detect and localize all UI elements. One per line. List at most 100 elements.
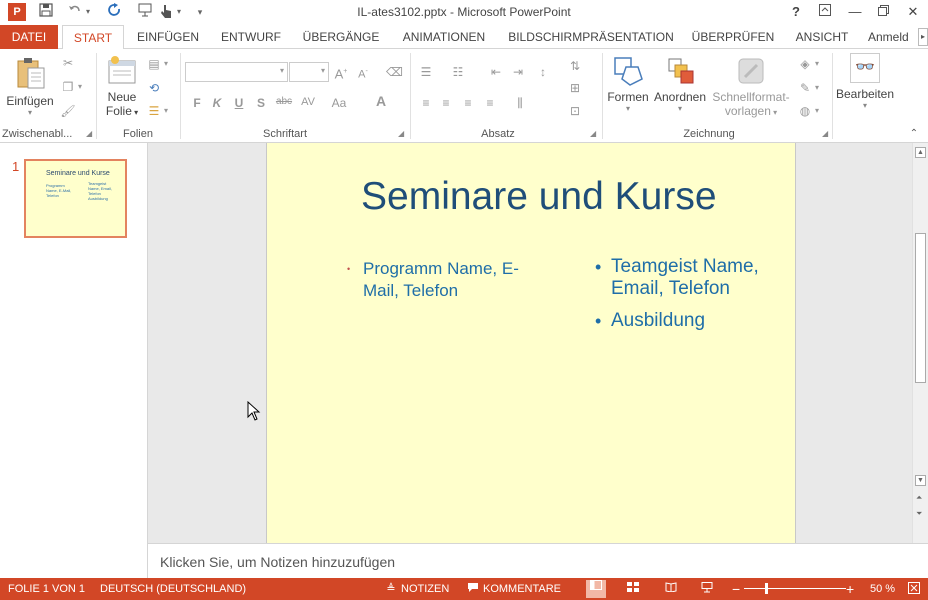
change-case-button[interactable]: Aa — [328, 96, 350, 110]
tab-file[interactable]: DATEI — [0, 25, 58, 49]
right-content-placeholder[interactable]: • Teamgeist Name, Email, Telefon • Ausbi… — [593, 256, 773, 342]
slide-sorter-view-icon[interactable] — [626, 582, 640, 596]
shape-effects-dropdown-icon[interactable]: ▾ — [813, 104, 821, 118]
paragraph-dialog-launcher-icon[interactable]: ◢ — [590, 130, 598, 138]
language-status[interactable]: DEUTSCH (DEUTSCHLAND) — [100, 578, 246, 600]
tab-insert[interactable]: EINFÜGEN — [133, 25, 203, 49]
align-text-icon[interactable]: ⊞ — [567, 81, 583, 95]
font-color-button[interactable]: A — [374, 93, 388, 109]
zoom-slider-track[interactable] — [744, 588, 846, 589]
zoom-out-button[interactable]: − — [732, 578, 740, 600]
numbering-icon[interactable]: ☷ — [450, 65, 466, 79]
shapes-label: Formen — [607, 90, 649, 104]
zoom-slider-thumb[interactable] — [765, 583, 768, 594]
decrease-indent-icon[interactable]: ⇤ — [488, 65, 504, 79]
restore-icon[interactable] — [873, 3, 893, 21]
section-dropdown-icon[interactable]: ▾ — [162, 104, 170, 118]
convert-smartart-icon[interactable]: ⊡ — [567, 104, 583, 118]
strikethrough-button[interactable]: abc — [274, 96, 294, 107]
font-family-dropdown[interactable]: ▾ — [185, 62, 288, 82]
ribbon-display-options-icon[interactable] — [815, 3, 835, 21]
bold-button[interactable]: F — [190, 96, 204, 110]
slide-title[interactable]: Seminare und Kurse — [361, 175, 717, 219]
tab-design[interactable]: ENTWURF — [217, 25, 285, 49]
tab-start[interactable]: START — [62, 25, 124, 50]
format-painter-icon[interactable]: 🖌 — [60, 104, 76, 118]
notes-toggle-icon[interactable]: ≜ — [384, 582, 398, 596]
arrange-icon — [652, 55, 708, 90]
paste-dropdown-icon: ▾ — [27, 108, 32, 117]
notes-toggle-button[interactable]: NOTIZEN — [401, 578, 449, 600]
left-content-placeholder[interactable]: • Programm Name, E-Mail, Telefon — [345, 258, 545, 304]
reading-view-icon[interactable] — [664, 582, 678, 596]
tab-view[interactable]: ANSICHT — [790, 25, 854, 49]
help-icon[interactable]: ? — [786, 3, 806, 21]
underline-button[interactable]: U — [232, 96, 246, 110]
font-dialog-launcher-icon[interactable]: ◢ — [398, 130, 406, 138]
section-icon[interactable]: ☰ — [146, 104, 162, 118]
font-size-dropdown[interactable]: ▾ — [289, 62, 329, 82]
line-spacing-icon[interactable]: ↕ — [535, 65, 551, 79]
new-slide-label-bottom: Folie ▾ — [105, 104, 139, 118]
new-slide-button[interactable]: Neue Folie ▾ — [100, 55, 144, 118]
decrease-font-size-icon[interactable]: A- — [355, 65, 371, 81]
vertical-scrollbar[interactable]: ▲ ▼ ⏶ ⏷ — [912, 143, 928, 543]
increase-font-size-icon[interactable]: A+ — [333, 65, 349, 81]
quick-styles-button[interactable]: Schnellformat- vorlagen ▾ — [710, 55, 792, 118]
layout-dropdown-icon[interactable]: ▾ — [162, 57, 170, 71]
shapes-button[interactable]: Formen ▾ — [604, 55, 652, 113]
copy-dropdown-icon[interactable]: ▾ — [76, 80, 84, 94]
arrange-button[interactable]: Anordnen ▾ — [652, 55, 708, 113]
drawing-dialog-launcher-icon[interactable]: ◢ — [822, 130, 830, 138]
slide-thumbnail[interactable]: Seminare und Kurse Programm Name, E-Mail… — [24, 159, 127, 238]
zoom-level[interactable]: 50 % — [870, 578, 895, 600]
align-left-icon[interactable]: ≡ — [418, 96, 434, 110]
increase-indent-icon[interactable]: ⇥ — [510, 65, 526, 79]
reset-slide-icon[interactable]: ⟲ — [146, 81, 162, 95]
clipboard-dialog-launcher-icon[interactable]: ◢ — [86, 130, 94, 138]
tab-transitions[interactable]: ÜBERGÄNGE — [300, 25, 382, 49]
edit-button[interactable]: 👓 Bearbeiten ▾ — [834, 53, 896, 110]
paste-button[interactable]: Einfügen ▾ — [4, 55, 56, 117]
zoom-in-button[interactable]: + — [846, 578, 854, 600]
shape-effects-icon[interactable]: ◍ — [797, 104, 813, 118]
close-icon[interactable]: ✕ — [903, 3, 923, 21]
clear-formatting-icon[interactable]: ⌫ — [386, 65, 403, 79]
align-right-icon[interactable]: ≡ — [460, 96, 476, 110]
collapse-ribbon-icon[interactable]: ⌃ — [906, 127, 922, 141]
copy-icon[interactable]: ❐ — [60, 80, 76, 94]
notes-pane[interactable]: Klicken Sie, um Notizen hinzuzufügen — [148, 543, 928, 578]
sign-in-link[interactable]: Anmeld — [868, 25, 916, 49]
layout-icon[interactable]: ▤ — [146, 57, 162, 71]
cut-icon[interactable]: ✂ — [60, 56, 76, 70]
slide-canvas[interactable]: Seminare und Kurse • Programm Name, E-Ma… — [266, 143, 796, 543]
previous-slide-icon[interactable]: ⏶ — [916, 493, 922, 503]
shape-outline-dropdown-icon[interactable]: ▾ — [813, 81, 821, 95]
tab-scroll-right-icon[interactable]: ▸ — [918, 28, 928, 46]
shadow-button[interactable]: S — [254, 96, 268, 110]
italic-button[interactable]: K — [210, 96, 224, 110]
tab-animations[interactable]: ANIMATIONEN — [396, 25, 492, 49]
minimize-icon[interactable]: — — [845, 3, 865, 21]
shape-outline-icon[interactable]: ✎ — [797, 81, 813, 95]
columns-icon[interactable]: ⫼ — [512, 96, 528, 110]
fit-to-window-icon[interactable] — [907, 582, 921, 596]
comments-icon[interactable] — [466, 582, 480, 596]
character-spacing-button[interactable]: AV — [298, 96, 318, 108]
scroll-down-icon[interactable]: ▼ — [915, 475, 926, 486]
quick-styles-label-top: Schnellformat- — [712, 90, 790, 104]
shape-fill-icon[interactable]: ◈ — [797, 57, 813, 71]
text-direction-icon[interactable]: ⇅ — [567, 59, 583, 73]
slideshow-view-icon[interactable] — [700, 582, 714, 596]
scroll-up-icon[interactable]: ▲ — [915, 147, 926, 158]
next-slide-icon[interactable]: ⏷ — [916, 509, 922, 519]
normal-view-icon[interactable] — [586, 580, 606, 598]
tab-slideshow[interactable]: BILDSCHIRMPRÄSENTATION — [506, 25, 676, 49]
comments-toggle-button[interactable]: KOMMENTARE — [483, 578, 561, 600]
scrollbar-thumb[interactable] — [915, 233, 926, 383]
shape-fill-dropdown-icon[interactable]: ▾ — [813, 57, 821, 71]
tab-review[interactable]: ÜBERPRÜFEN — [690, 25, 776, 49]
justify-icon[interactable]: ≡ — [482, 96, 498, 110]
align-center-icon[interactable]: ≡ — [438, 96, 454, 110]
bullets-icon[interactable]: ☰ — [418, 65, 434, 79]
